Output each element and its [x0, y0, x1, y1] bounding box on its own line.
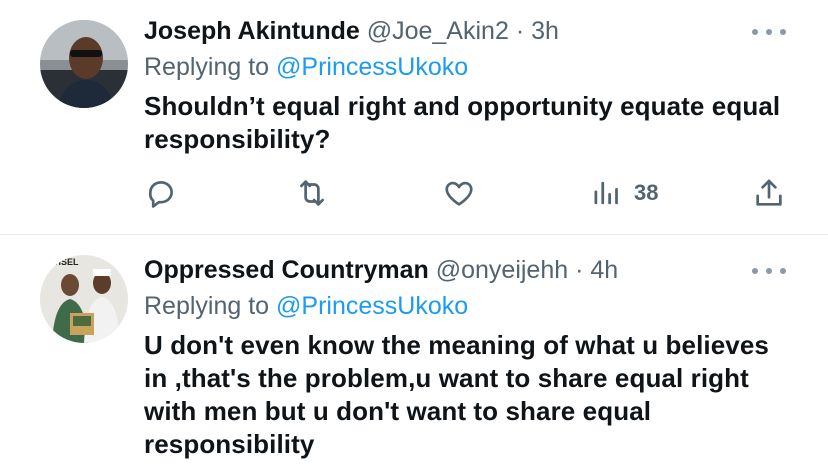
more-icon[interactable]	[752, 263, 786, 279]
timestamp[interactable]: 4h	[590, 256, 618, 284]
separator-dot: ·	[515, 17, 525, 45]
tweet[interactable]: Joseph Akintunde @Joe_Akin2 · 3h Replyin…	[0, 0, 828, 235]
retweet-icon	[300, 180, 324, 206]
replying-to: Replying to @PrincessUkoko	[144, 287, 798, 325]
like-icon	[445, 181, 473, 206]
user-handle[interactable]: @onyeijehh	[436, 256, 568, 284]
avatar-text: WISEL	[50, 257, 79, 267]
tweet-text: Shouldn’t equal right and opportunity eq…	[144, 91, 781, 154]
user-handle[interactable]: @Joe_Akin2	[367, 17, 509, 45]
avatar[interactable]	[40, 20, 128, 108]
replying-to-label: Replying to	[144, 53, 270, 81]
reply-button[interactable]	[144, 176, 178, 210]
more-icon[interactable]	[752, 24, 786, 40]
separator-dot: ·	[575, 256, 584, 284]
tweet[interactable]: WISEL Oppressed Countryman @onyeijehh · …	[0, 235, 828, 472]
mention-link[interactable]: @PrincessUkoko	[276, 53, 468, 81]
action-bar: 38	[144, 176, 788, 210]
share-button[interactable]	[752, 176, 786, 210]
like-button[interactable]	[442, 176, 476, 210]
timestamp[interactable]: 3h	[531, 17, 559, 45]
replying-to: Replying to @PrincessUkoko	[144, 48, 798, 86]
replying-to-label: Replying to	[144, 292, 270, 320]
avatar[interactable]: WISEL	[40, 255, 128, 343]
tweet-text: U don't even know the meaning of what u …	[144, 330, 769, 459]
views-count: 38	[634, 180, 659, 205]
share-icon	[756, 179, 782, 206]
display-name[interactable]: Joseph Akintunde	[144, 17, 360, 45]
views-button[interactable]: 38	[592, 176, 658, 210]
display-name[interactable]: Oppressed Countryman	[144, 256, 429, 284]
reply-icon	[148, 181, 173, 208]
mention-link[interactable]: @PrincessUkoko	[276, 292, 468, 320]
retweet-button[interactable]	[294, 176, 330, 210]
views-icon	[594, 181, 618, 205]
